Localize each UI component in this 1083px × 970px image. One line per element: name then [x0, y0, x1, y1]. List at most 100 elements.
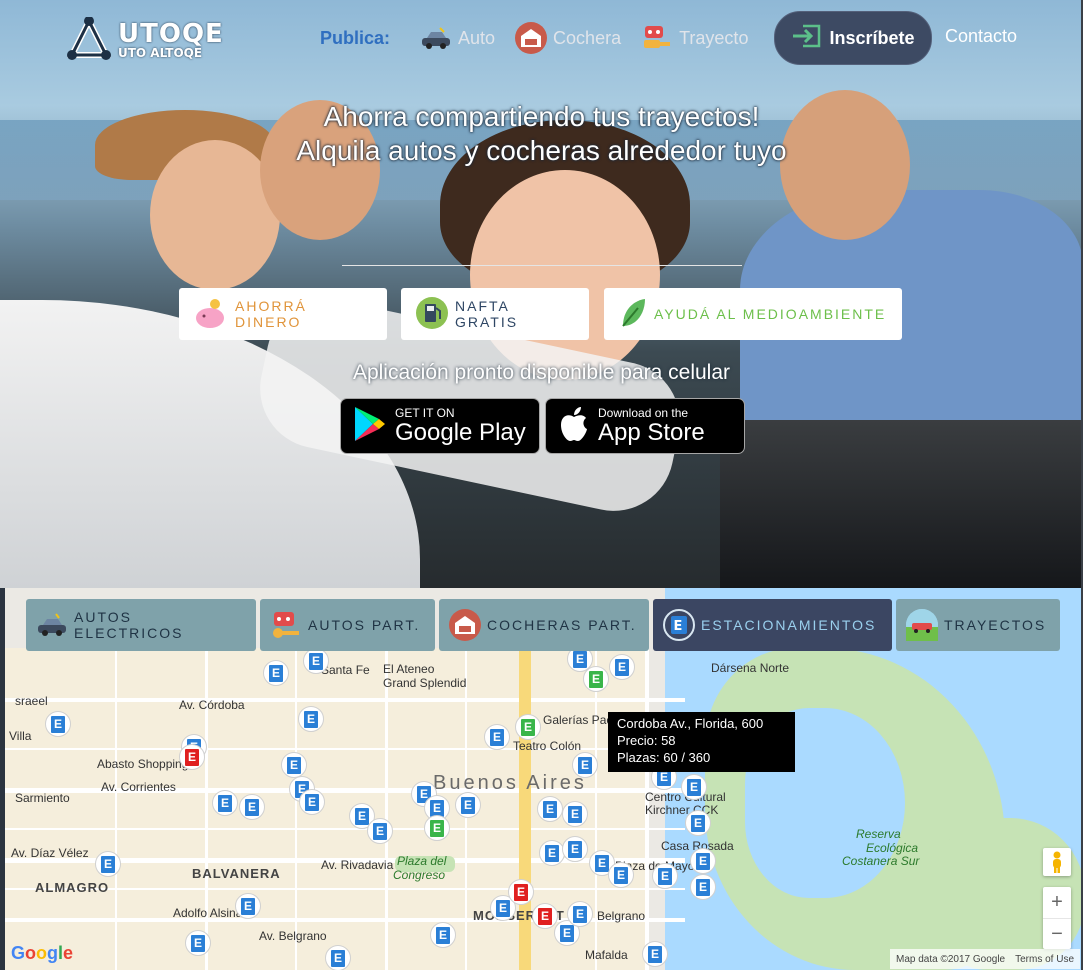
road-trip-icon: [906, 609, 938, 641]
logo-sub-text: UTO ALTOQE: [118, 46, 203, 60]
nav-item-cochera[interactable]: Cochera: [515, 22, 621, 54]
tab-trayectos-label: TRAYECTOS: [944, 617, 1047, 633]
publica-label: Publica:: [320, 27, 391, 48]
map-label-congreso1: Plaza del: [397, 854, 447, 868]
headline-line-1: Ahorra compartiendo tus trayectos!: [323, 101, 760, 132]
map-tooltip: Cordoba Av., Florida, 600 Precio: 58 Pla…: [608, 712, 795, 772]
parking-pin[interactable]: E: [455, 792, 481, 818]
zoom-in-button[interactable]: +: [1043, 887, 1071, 919]
parking-pin[interactable]: E: [562, 801, 588, 827]
map-label-reserva1: Reserva: [856, 827, 901, 841]
parking-pin-red[interactable]: E: [532, 903, 558, 929]
map-label-sarmiento: Sarmiento: [15, 791, 70, 805]
zoom-out-button[interactable]: −: [1043, 919, 1071, 950]
map-road-cordoba: [5, 698, 685, 702]
parking-pin[interactable]: E: [562, 836, 588, 862]
parking-pin[interactable]: E: [45, 711, 71, 737]
parking-pin-red[interactable]: E: [179, 744, 205, 770]
nav-item-auto[interactable]: Auto: [420, 22, 495, 54]
parking-pin[interactable]: E: [572, 752, 598, 778]
map-label-avbelgrano: Av. Belgrano: [259, 929, 327, 943]
electric-car-icon: [36, 609, 68, 641]
contact-link[interactable]: Contacto: [945, 26, 1017, 47]
map-label-reserva3: Costanera Sur: [842, 854, 920, 868]
hero-divider: [342, 265, 742, 266]
parking-pin[interactable]: E: [281, 752, 307, 778]
parking-pin[interactable]: E: [652, 863, 678, 889]
map-label-congreso2: Congreso: [393, 868, 446, 882]
parking-pin[interactable]: E: [212, 790, 238, 816]
parking-pin[interactable]: E: [263, 660, 289, 686]
map-road-b: [5, 828, 685, 830]
map-road-v1: [115, 648, 117, 970]
map-label-velez: Av. Díaz Vélez: [11, 846, 89, 860]
tooltip-line-2: Precio: 58: [617, 733, 676, 748]
map-panel[interactable]: Dársena Norte El Ateneo Grand Splendid S…: [5, 588, 1083, 970]
parking-pin[interactable]: E: [537, 796, 563, 822]
map-label-corrientes: Av. Corrientes: [101, 780, 176, 794]
map-road-v2: [205, 648, 208, 970]
parking-pin[interactable]: E: [95, 851, 121, 877]
tab-estacionamientos[interactable]: E ESTACIONAMIENTOS: [653, 599, 892, 651]
parking-pin[interactable]: E: [298, 706, 324, 732]
tab-estacionamientos-label: ESTACIONAMIENTOS: [701, 617, 877, 633]
parking-pin-green[interactable]: E: [583, 666, 609, 692]
hero-car-seat: [720, 420, 1083, 588]
tab-cocheras-part[interactable]: COCHERAS PART.: [439, 599, 649, 651]
parking-pin[interactable]: E: [303, 648, 329, 674]
parking-pin[interactable]: E: [239, 794, 265, 820]
pegman-icon[interactable]: [1043, 848, 1071, 876]
parking-pin[interactable]: E: [299, 789, 325, 815]
car-icon: [420, 22, 452, 54]
tab-trayectos[interactable]: TRAYECTOS: [896, 599, 1060, 651]
map-label-abasto: Abasto Shopping: [97, 757, 189, 771]
logo-main-text: UTOQE: [118, 19, 224, 49]
parking-pin[interactable]: E: [539, 840, 565, 866]
signup-button[interactable]: Inscríbete: [774, 11, 932, 65]
leaf-icon: [618, 296, 648, 333]
parking-pin[interactable]: E: [690, 848, 716, 874]
parking-pin[interactable]: E: [690, 874, 716, 900]
tab-autos-electricos-label: AUTOS ELECTRICOS: [74, 609, 184, 641]
map-label-belgrano: Belgrano: [597, 909, 646, 923]
zoom-control: + −: [1043, 887, 1071, 949]
parking-pin-green[interactable]: E: [424, 815, 450, 841]
tab-autos-part[interactable]: AUTOS PART.: [260, 599, 435, 651]
parking-pin[interactable]: E: [681, 774, 707, 800]
map-label-darsena: Dársena Norte: [711, 661, 790, 675]
map-label-ateneo1: El Ateneo: [383, 662, 435, 676]
parking-pin[interactable]: E: [484, 724, 510, 750]
terms-link[interactable]: Terms of Use: [1015, 954, 1074, 965]
tab-cocheras-part-label: COCHERAS PART.: [487, 617, 637, 633]
parking-pin[interactable]: E: [325, 945, 351, 970]
tab-autos-part-label: AUTOS PART.: [308, 617, 421, 633]
parking-pin[interactable]: E: [235, 893, 261, 919]
feature-nafta[interactable]: NAFTA GRATIS: [401, 288, 589, 340]
main-nav: Publica: Auto Cochera Trayecto: [320, 12, 768, 64]
parking-pin[interactable]: E: [685, 810, 711, 836]
parking-pin[interactable]: E: [367, 818, 393, 844]
map-road-v3: [295, 648, 297, 970]
map-attribution: Map data ©2017 Google Terms of Use: [890, 949, 1081, 969]
map-road-a: [5, 748, 685, 750]
map-label-reserva2: Ecológica: [866, 841, 919, 855]
nav-item-trayecto[interactable]: Trayecto: [641, 22, 748, 54]
parking-pin[interactable]: E: [608, 862, 634, 888]
google-play-button[interactable]: GET IT ON Google Play: [340, 398, 540, 454]
garage-icon: [515, 22, 548, 54]
parking-pin[interactable]: E: [567, 901, 593, 927]
piggy-bank-icon: [193, 296, 229, 333]
parking-pin-red[interactable]: E: [508, 879, 534, 905]
app-store-big: App Store: [598, 418, 705, 446]
parking-pin[interactable]: E: [185, 930, 211, 956]
app-label: Aplicación pronto disponible para celula…: [352, 361, 731, 384]
feature-medioambiente[interactable]: AYUDÁ AL MEDIOAMBIENTE: [604, 288, 902, 340]
logo[interactable]: UTOQE UTO ALTOQE: [66, 14, 223, 66]
app-store-button[interactable]: Download on the App Store: [545, 398, 745, 454]
parking-pin-green[interactable]: E: [515, 714, 541, 740]
parking-pin[interactable]: E: [642, 941, 668, 967]
parking-pin[interactable]: E: [609, 654, 635, 680]
feature-ahorra[interactable]: AHORRÁ DINERO: [179, 288, 387, 340]
tab-autos-electricos[interactable]: AUTOS ELECTRICOS: [26, 599, 256, 651]
parking-pin[interactable]: E: [430, 922, 456, 948]
